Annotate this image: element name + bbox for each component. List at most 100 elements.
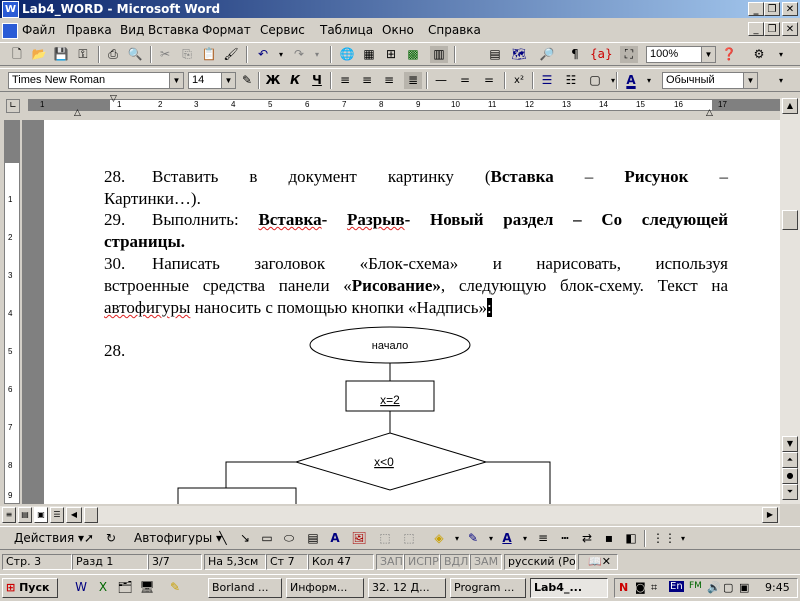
document-map-icon[interactable]: 🗺 [510, 46, 528, 63]
tray-fm-icon[interactable]: FM [689, 581, 702, 591]
font-select[interactable]: Times New Roman ▼ [8, 72, 184, 89]
options-icon[interactable]: ⚙ [750, 46, 768, 63]
taskbar-item[interactable]: Program ... [450, 578, 526, 598]
style-select[interactable]: Обычный ▼ [662, 72, 758, 89]
print-icon[interactable]: ⎙ [104, 46, 122, 63]
line-spacing-3-icon[interactable]: = [480, 72, 498, 89]
arrow-style-icon[interactable]: ⇄ [578, 530, 596, 547]
toolbar-options-icon[interactable]: ▾ [674, 530, 692, 547]
undo-icon[interactable]: ↶ [254, 46, 272, 63]
columns-icon[interactable]: ▥ [430, 46, 448, 63]
font-color-dropdown-icon[interactable]: ▾ [640, 72, 658, 89]
tab-stop-icon[interactable]: ∟ [6, 99, 20, 113]
quicklaunch-word-icon[interactable]: W [72, 579, 90, 596]
taskbar-item[interactable]: Информ... [286, 578, 364, 598]
line-tool-icon[interactable]: ╲ [214, 530, 232, 547]
insert-table-icon[interactable]: ⊞ [382, 46, 400, 63]
font-color-draw-dropdown-icon[interactable]: ▾ [516, 530, 534, 547]
copy-icon[interactable]: ⎘ [178, 46, 196, 63]
start-button[interactable]: ⊞ Пуск [2, 578, 58, 598]
document-map-icon-2[interactable]: 🔎 [538, 46, 556, 63]
taskbar-item[interactable]: 32. 12 Д... [368, 578, 446, 598]
bold-button[interactable]: Ж [264, 72, 282, 89]
tray-app-icon[interactable]: ◙ [635, 581, 646, 594]
web-view-icon[interactable]: ▤ [18, 507, 32, 523]
permission-icon[interactable]: ⚿ [74, 46, 92, 63]
align-right-icon[interactable]: ≡ [380, 72, 398, 89]
superscript-button[interactable]: x² [510, 72, 528, 89]
dash-style-icon[interactable]: ┅ [556, 530, 574, 547]
font-color-draw-icon[interactable]: A [498, 530, 516, 547]
numbering-icon[interactable]: ☰ [538, 72, 556, 89]
arrow-tool-icon[interactable]: ↘ [236, 530, 254, 547]
line-spacing-1-icon[interactable]: — [432, 72, 450, 89]
paste-icon[interactable]: 📋 [200, 46, 218, 63]
font-color-icon[interactable]: A [622, 72, 640, 89]
chevron-down-icon[interactable]: ▼ [743, 73, 757, 88]
spelling-status-icon[interactable]: 📖✕ [578, 554, 618, 570]
scroll-down-icon[interactable]: ▼ [782, 436, 798, 452]
left-indent-marker[interactable]: △ [74, 108, 81, 118]
tray-n-icon[interactable]: N [619, 581, 628, 594]
line-style-icon[interactable]: ≡ [534, 530, 552, 547]
menu-insert[interactable]: Вставка [148, 22, 199, 38]
flowchart-left-box[interactable] [177, 487, 297, 504]
redo-icon[interactable]: ↷ [290, 46, 308, 63]
drawing-icon[interactable]: ▤ [486, 46, 504, 63]
scroll-right-icon[interactable]: ▶ [762, 507, 778, 523]
toolbar-options-icon[interactable]: ▾ [772, 46, 790, 63]
hyperlink-icon[interactable]: 🌐 [338, 46, 356, 63]
scroll-up-icon[interactable]: ▲ [782, 98, 798, 114]
new-document-icon[interactable]: 🗋 [8, 46, 26, 63]
menu-file[interactable]: Файл [22, 22, 55, 38]
oval-tool-icon[interactable]: ⬭ [280, 530, 298, 547]
free-rotate-icon[interactable]: ↻ [102, 530, 120, 547]
redo-dropdown-icon[interactable]: ▾ [308, 46, 326, 63]
zoom-select[interactable]: 100% ▼ [646, 46, 716, 63]
status-trk[interactable]: ИСПР [404, 554, 440, 570]
doc-close-button[interactable]: ✕ [782, 22, 798, 36]
font-size-select[interactable]: 14 ▼ [188, 72, 236, 89]
maximize-button[interactable]: ❐ [764, 2, 780, 16]
grid-icon[interactable]: ⋮⋮ [652, 530, 676, 547]
horizontal-ruler[interactable]: ∟ ▽ △ 1 1 2 3 4 5 6 7 8 9 10 11 12 13 14… [0, 94, 800, 118]
actions-menu[interactable]: Действия ▾ [14, 531, 84, 545]
print-preview-icon[interactable]: 🔍 [126, 46, 144, 63]
rectangle-tool-icon[interactable]: ▭ [258, 530, 276, 547]
quicklaunch-excel-icon[interactable]: X [94, 579, 112, 596]
menu-window[interactable]: Окно [382, 22, 414, 38]
status-rec[interactable]: ЗАП [376, 554, 404, 570]
underline-button[interactable]: Ч [308, 72, 326, 89]
italic-button[interactable]: К [286, 72, 304, 89]
first-line-indent-marker[interactable]: ▽ [110, 94, 117, 104]
bullets-icon[interactable]: ☷ [562, 72, 580, 89]
menu-edit[interactable]: Правка [66, 22, 112, 38]
diagram-icon[interactable]: ⬚ [376, 530, 394, 547]
menu-tools[interactable]: Сервис [260, 22, 305, 38]
select-pointer-icon[interactable]: ➚ [80, 530, 98, 547]
doc-minimize-button[interactable]: _ [748, 22, 764, 36]
taskbar-item[interactable]: Borland ... [208, 578, 282, 598]
open-folder-icon[interactable]: 📂 [30, 46, 48, 63]
scroll-left-icon[interactable]: ◀ [66, 507, 82, 523]
field-codes-icon[interactable]: {a} [590, 46, 613, 63]
clock[interactable]: 9:45 [765, 581, 790, 594]
3d-icon[interactable]: ◧ [622, 530, 640, 547]
quicklaunch-app-icon[interactable]: ✎ [166, 579, 184, 596]
tray-language-indicator[interactable]: En [669, 581, 684, 592]
print-layout-view-icon[interactable]: ▣ [34, 507, 48, 523]
menu-view[interactable]: Вид [120, 22, 144, 38]
right-indent-marker[interactable]: △ [706, 108, 713, 118]
previous-page-icon[interactable]: ⏶ [782, 452, 798, 468]
line-spacing-2-icon[interactable]: = [456, 72, 474, 89]
select-browse-object-icon[interactable]: ● [782, 468, 798, 484]
justify-icon[interactable]: ≣ [404, 72, 422, 89]
tray-volume-icon[interactable]: 🔊 [707, 581, 721, 594]
menu-format[interactable]: Формат [202, 22, 251, 38]
quicklaunch-desktop-icon[interactable]: 🖥 [138, 579, 156, 596]
align-left-icon[interactable]: ≡ [336, 72, 354, 89]
fill-color-icon[interactable]: ◈ [430, 530, 448, 547]
drawing-toggle-icon[interactable]: ⛶ [620, 46, 638, 63]
borders-icon[interactable]: ▢ [586, 72, 604, 89]
wordart-icon[interactable]: A [326, 530, 344, 547]
